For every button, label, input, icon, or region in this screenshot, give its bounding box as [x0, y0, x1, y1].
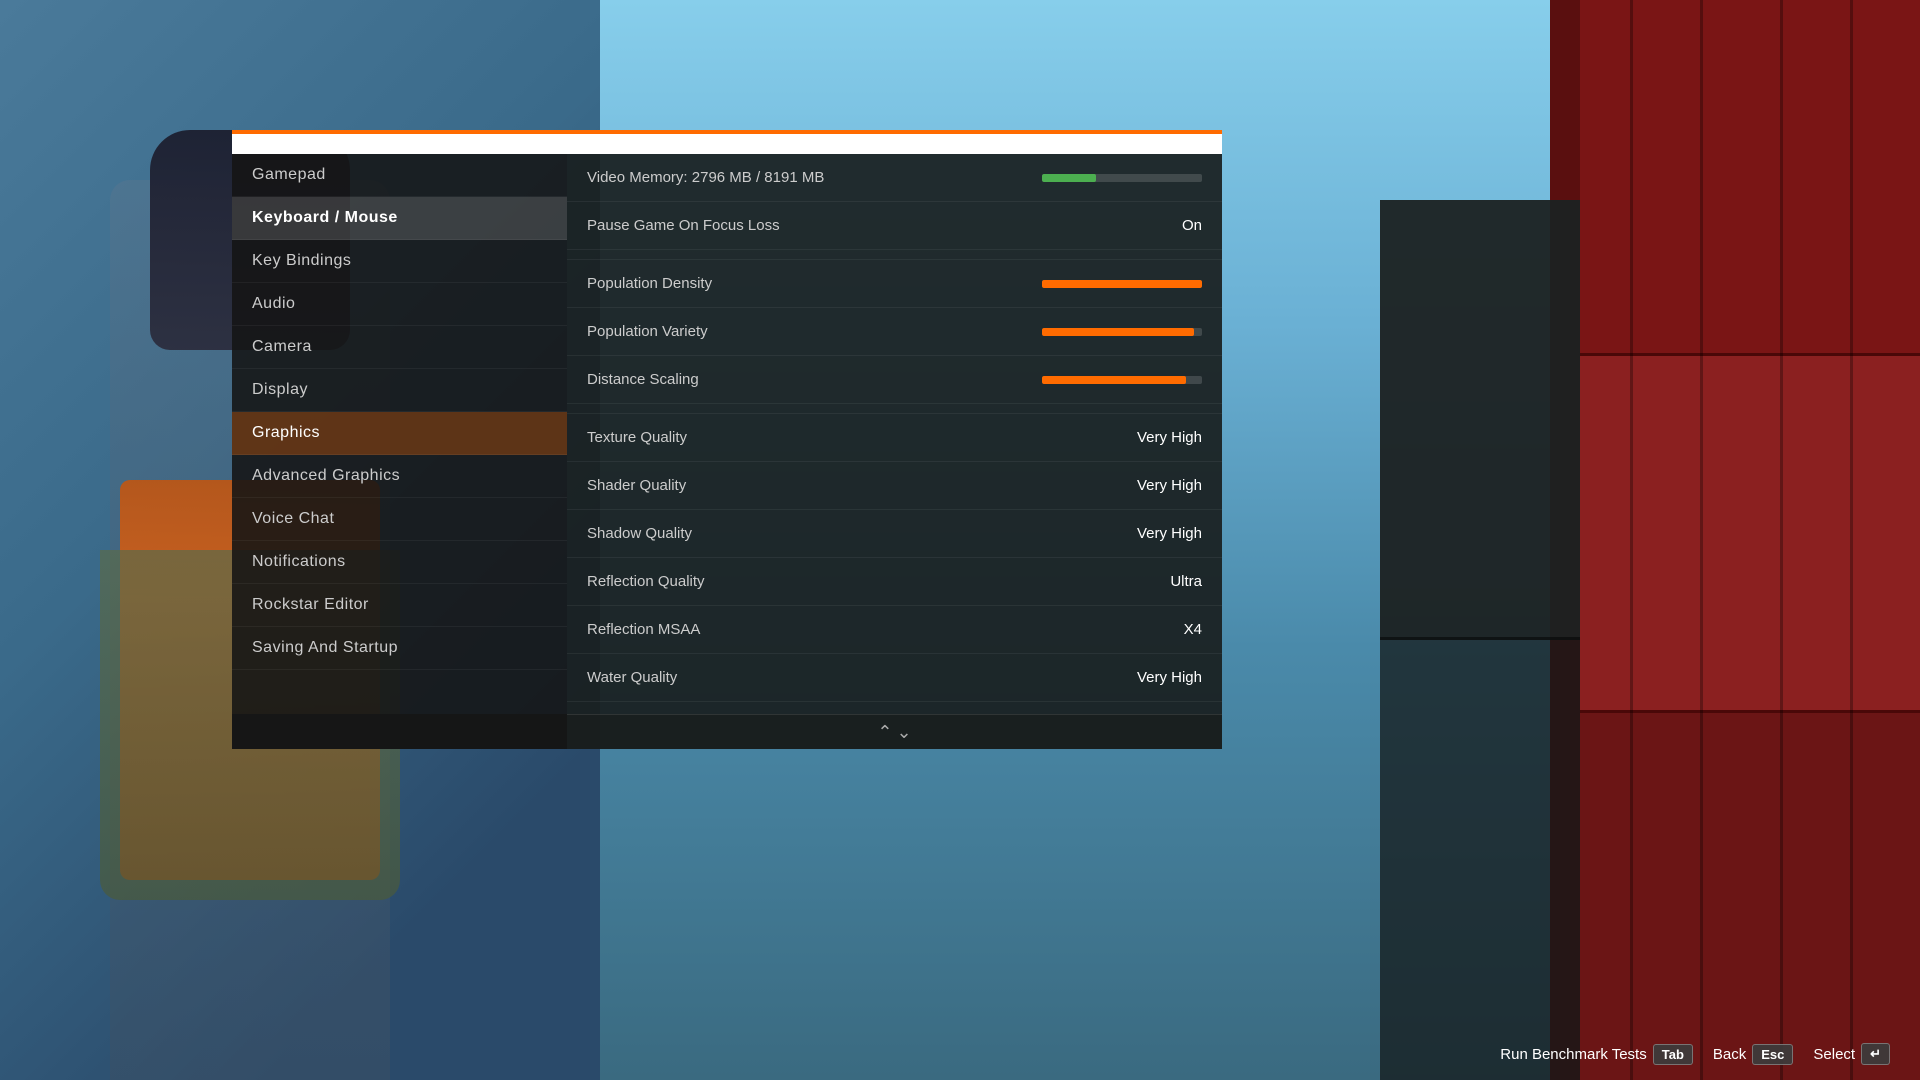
bottom-action-label-back: Back	[1713, 1046, 1746, 1063]
row-label-reflection-msaa: Reflection MSAA	[587, 621, 1184, 638]
key-badge-run-benchmark: Tab	[1653, 1044, 1693, 1065]
content-row-population-variety: Population Variety	[567, 308, 1222, 356]
scroll-arrows[interactable]: ⌃ ⌄	[567, 714, 1222, 749]
container-mid	[1380, 200, 1580, 1080]
bottom-bar: Run Benchmark Tests Tab Back Esc Select ↵	[0, 1028, 1920, 1080]
settings-title-bar	[232, 130, 1222, 154]
key-badge-select: ↵	[1861, 1043, 1890, 1065]
row-value-water-quality: Very High	[1137, 669, 1202, 686]
row-label-population-density: Population Density	[587, 275, 1042, 292]
progress-bar-fill-population-variety	[1042, 328, 1194, 336]
key-badge-back: Esc	[1752, 1044, 1793, 1065]
row-value-shader-quality: Very High	[1137, 477, 1202, 494]
sidebar-item-saving-startup[interactable]: Saving And Startup	[232, 627, 567, 670]
row-label-reflection-quality: Reflection Quality	[587, 573, 1170, 590]
settings-nav: GamepadKeyboard / MouseKey BindingsAudio…	[232, 154, 567, 714]
row-label-video-memory: Video Memory: 2796 MB / 8191 MB	[587, 169, 1042, 186]
row-label-shader-quality: Shader Quality	[587, 477, 1137, 494]
sidebar-item-advanced-graphics[interactable]: Advanced Graphics	[232, 455, 567, 498]
progress-bar-fill-video-memory	[1042, 174, 1096, 182]
row-value-reflection-msaa: X4	[1184, 621, 1202, 638]
progress-bar-fill-population-density	[1042, 280, 1202, 288]
content-row-texture-quality: Texture QualityVery High	[567, 414, 1222, 462]
sidebar-item-graphics[interactable]: Graphics	[232, 412, 567, 455]
content-spacer	[567, 250, 1222, 260]
row-label-water-quality: Water Quality	[587, 669, 1137, 686]
sidebar-item-key-bindings[interactable]: Key Bindings	[232, 240, 567, 283]
bottom-action-label-select: Select	[1813, 1046, 1855, 1063]
settings-body: GamepadKeyboard / MouseKey BindingsAudio…	[232, 154, 1222, 714]
content-row-reflection-msaa: Reflection MSAAX4	[567, 606, 1222, 654]
content-spacer	[567, 404, 1222, 414]
bottom-action-run-benchmark[interactable]: Run Benchmark Tests Tab	[1500, 1044, 1693, 1065]
progress-bar-wrap-population-variety	[1042, 328, 1202, 336]
sidebar-item-display[interactable]: Display	[232, 369, 567, 412]
container-right	[1580, 0, 1920, 1080]
content-row-population-density: Population Density	[567, 260, 1222, 308]
content-row-pause-game: Pause Game On Focus LossOn	[567, 202, 1222, 250]
row-value-texture-quality: Very High	[1137, 429, 1202, 446]
row-value-shadow-quality: Very High	[1137, 525, 1202, 542]
content-row-video-memory: Video Memory: 2796 MB / 8191 MB	[567, 154, 1222, 202]
content-row-shadow-quality: Shadow QualityVery High	[567, 510, 1222, 558]
settings-content[interactable]: Video Memory: 2796 MB / 8191 MB Pause Gam…	[567, 154, 1222, 714]
sidebar-item-voice-chat[interactable]: Voice Chat	[232, 498, 567, 541]
sidebar-item-camera[interactable]: Camera	[232, 326, 567, 369]
row-label-pause-game: Pause Game On Focus Loss	[587, 217, 1182, 234]
content-row-shader-quality: Shader QualityVery High	[567, 462, 1222, 510]
progress-bar-wrap-distance-scaling	[1042, 376, 1202, 384]
progress-bar-wrap-population-density	[1042, 280, 1202, 288]
row-label-population-variety: Population Variety	[587, 323, 1042, 340]
row-label-distance-scaling: Distance Scaling	[587, 371, 1042, 388]
bottom-action-label-run-benchmark: Run Benchmark Tests	[1500, 1046, 1646, 1063]
bottom-action-back[interactable]: Back Esc	[1713, 1044, 1794, 1065]
row-value-reflection-quality: Ultra	[1170, 573, 1202, 590]
content-row-distance-scaling: Distance Scaling	[567, 356, 1222, 404]
scroll-down-icon[interactable]: ⌄	[897, 723, 912, 741]
row-value-pause-game: On	[1182, 217, 1202, 234]
sidebar-item-rockstar-editor[interactable]: Rockstar Editor	[232, 584, 567, 627]
sidebar-item-audio[interactable]: Audio	[232, 283, 567, 326]
nav-scroll-spacer	[232, 714, 567, 749]
row-label-texture-quality: Texture Quality	[587, 429, 1137, 446]
sidebar-item-gamepad[interactable]: Gamepad	[232, 154, 567, 197]
row-label-shadow-quality: Shadow Quality	[587, 525, 1137, 542]
scroll-up-icon[interactable]: ⌃	[877, 723, 892, 741]
content-row-water-quality: Water QualityVery High	[567, 654, 1222, 702]
scroll-bar: ⌃ ⌄	[232, 714, 1222, 749]
bottom-action-select[interactable]: Select ↵	[1813, 1043, 1890, 1065]
sidebar-item-notifications[interactable]: Notifications	[232, 541, 567, 584]
sidebar-item-keyboard-mouse[interactable]: Keyboard / Mouse	[232, 197, 567, 240]
settings-panel: GamepadKeyboard / MouseKey BindingsAudio…	[232, 130, 1222, 749]
progress-bar-fill-distance-scaling	[1042, 376, 1186, 384]
content-row-reflection-quality: Reflection QualityUltra	[567, 558, 1222, 606]
content-row-particles-quality: Particles QualityVery High	[567, 702, 1222, 714]
progress-bar-wrap-video-memory	[1042, 174, 1202, 182]
